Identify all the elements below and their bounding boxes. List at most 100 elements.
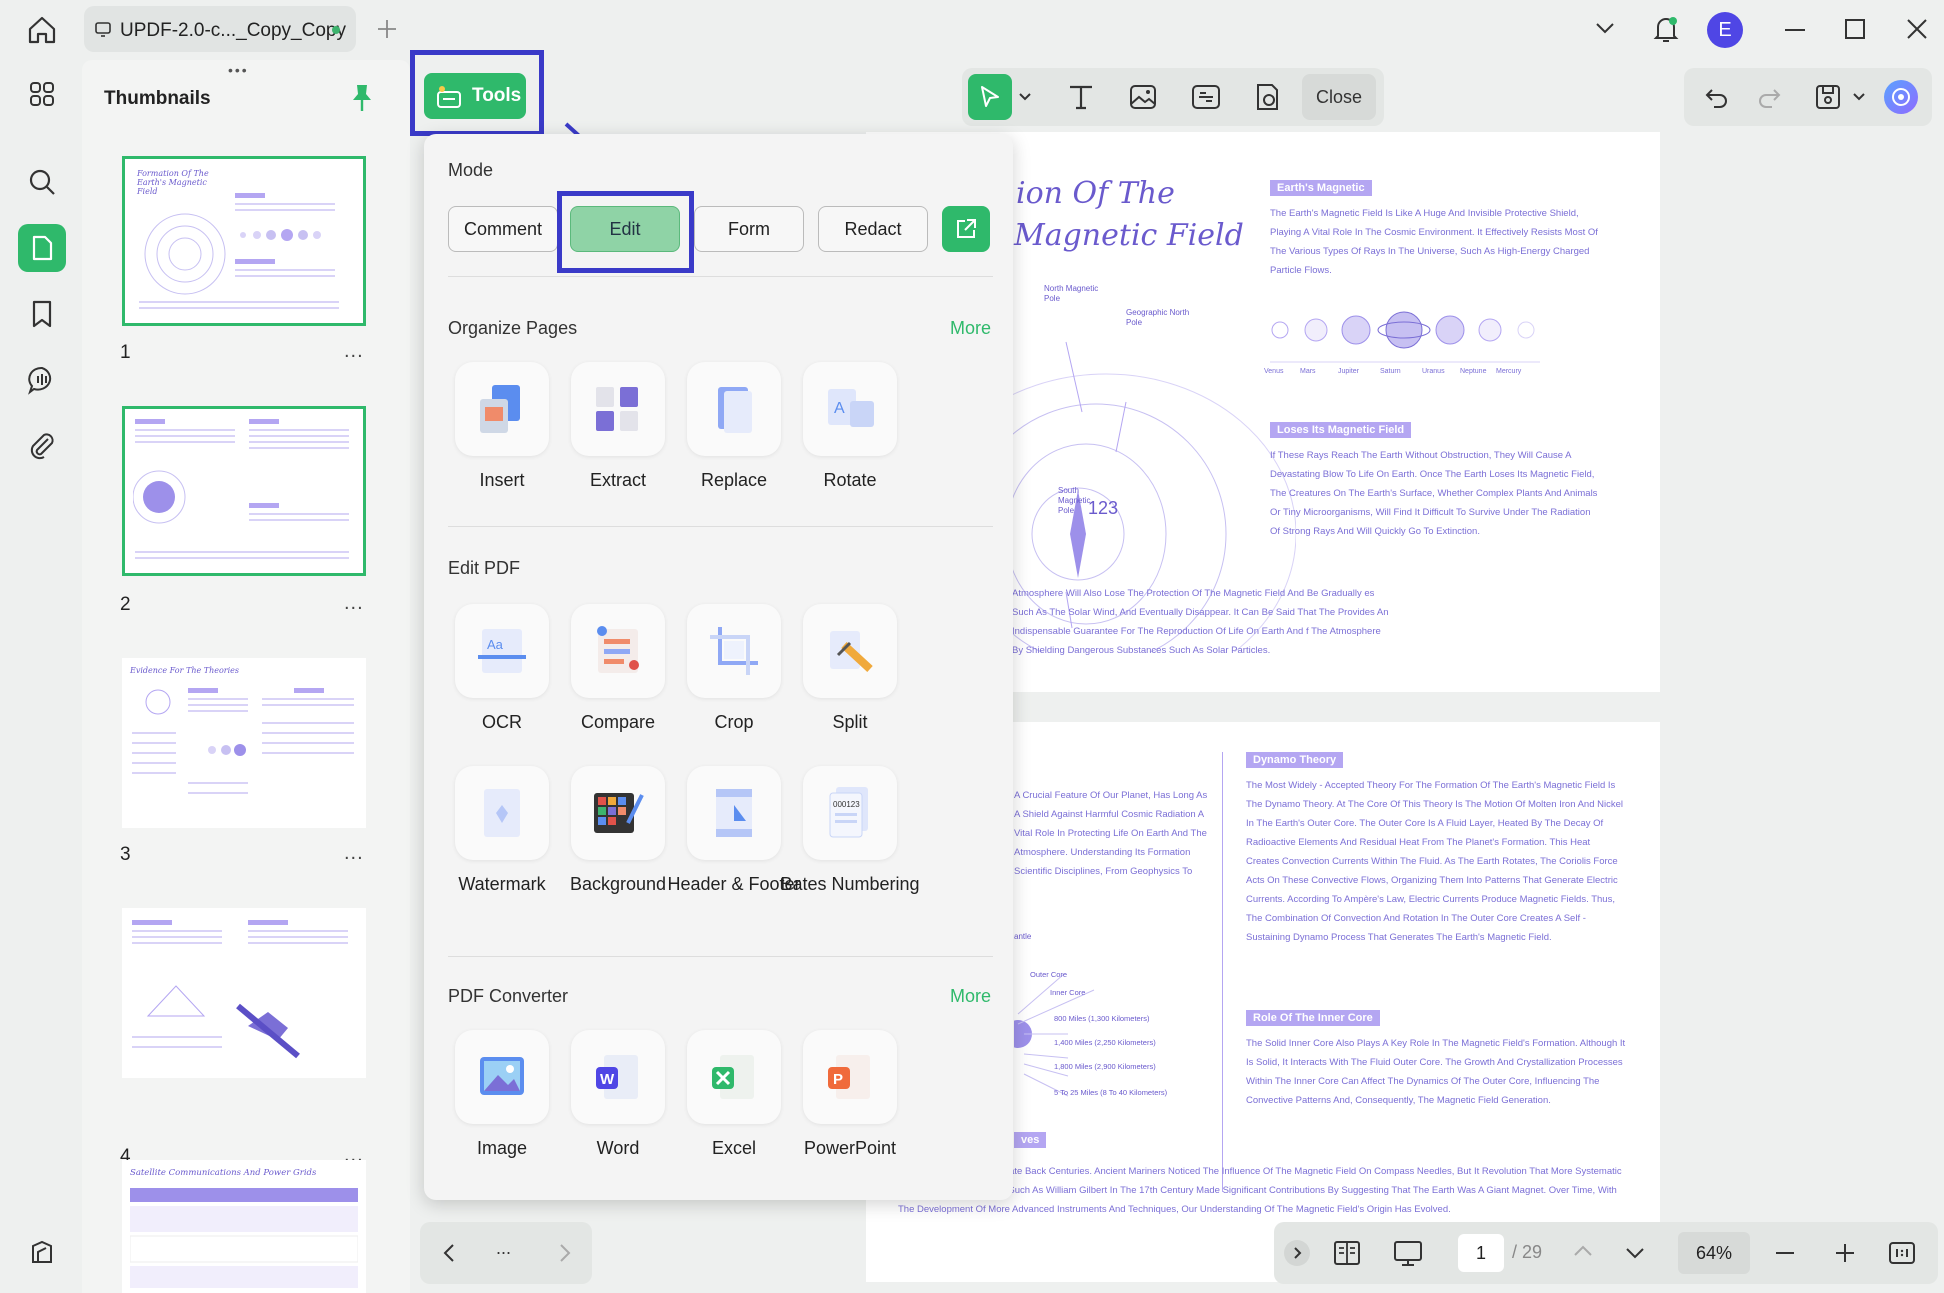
tool-convert-powerpoint[interactable]: P PowerPoint — [780, 1030, 920, 1160]
section-tag: ves — [1014, 1132, 1047, 1148]
edit-pdf-title: Edit PDF — [448, 558, 521, 578]
planet-label: Uranus — [1422, 368, 1445, 375]
ai-assistant-icon[interactable] — [1884, 80, 1918, 114]
redo-icon[interactable] — [1756, 84, 1782, 110]
search-icon[interactable] — [18, 158, 66, 206]
organize-pages-title: Organize Pages — [448, 318, 578, 338]
tab-title: UPDF-2.0-c..._Copy_Copy — [120, 20, 346, 41]
new-tab-icon[interactable] — [376, 18, 398, 40]
pager-more-button[interactable]: ... — [496, 1238, 511, 1259]
thumbnail-heading: Evidence For The Theories — [130, 666, 240, 675]
svg-text:W: W — [600, 1071, 615, 1088]
tool-bates-numbering[interactable]: 000123 Bates Numbering — [780, 766, 920, 896]
header-footer-icon — [687, 766, 781, 860]
svg-text:A: A — [834, 400, 845, 417]
bell-icon[interactable] — [1652, 14, 1680, 44]
undo-icon[interactable] — [1704, 84, 1730, 110]
mode-redact-button[interactable]: Redact — [818, 206, 928, 252]
svg-text:Aa: Aa — [487, 637, 504, 652]
drag-handle[interactable]: ••• — [228, 62, 249, 78]
layer-label: Outer Core — [1030, 970, 1068, 979]
zoom-in-icon[interactable] — [1834, 1242, 1856, 1264]
maximize-icon[interactable] — [1844, 18, 1866, 40]
paragraph: Atmosphere Will Also Lose The Protection… — [1012, 588, 1389, 656]
extract-icon — [571, 362, 665, 456]
avatar[interactable]: E — [1707, 12, 1743, 48]
edit-highlight-box — [557, 191, 694, 273]
replace-icon — [687, 362, 781, 456]
page-thumbnail[interactable]: Evidence For The Theories — [122, 658, 366, 828]
page-title-line1: ion Of The — [1016, 176, 1175, 211]
chevron-down-icon[interactable] — [1624, 1246, 1646, 1260]
minimize-icon[interactable] — [1784, 28, 1806, 32]
page-thumbnail[interactable]: Satellite Communications And Power Grids — [122, 1160, 366, 1293]
excel-icon — [687, 1030, 781, 1124]
layers-icon[interactable] — [18, 1228, 66, 1276]
pin-icon[interactable] — [350, 82, 374, 114]
add-link-icon[interactable] — [1190, 82, 1222, 112]
presentation-icon[interactable] — [1392, 1238, 1424, 1268]
saved-status-dot — [332, 26, 340, 34]
bookmark-icon[interactable] — [18, 290, 66, 338]
page-thumbnail[interactable] — [122, 908, 366, 1078]
chevron-down-icon[interactable] — [1594, 20, 1616, 36]
mode-comment-button[interactable]: Comment — [448, 206, 558, 252]
background-icon — [571, 766, 665, 860]
close-edit-button[interactable]: Close — [1302, 74, 1376, 120]
paragraph: If These Rays Reach The Earth Without Ob… — [1270, 450, 1598, 537]
thumbnail-page-number: 1 — [120, 342, 131, 363]
page-thumbnail[interactable]: Formation Of The Earth's Magnetic Field — [122, 156, 366, 326]
zoom-level[interactable]: 64% — [1678, 1232, 1750, 1274]
tool-split[interactable]: Split — [780, 604, 920, 734]
tool-rotate[interactable]: A Rotate — [780, 362, 920, 492]
page-number-input[interactable]: 1 — [1458, 1234, 1504, 1272]
chevron-down-icon[interactable] — [1018, 92, 1032, 102]
collapse-bar-button[interactable] — [1284, 1240, 1310, 1266]
planet-label: Jupiter — [1338, 368, 1360, 375]
right-toolbar — [1684, 68, 1932, 126]
select-tool-button[interactable] — [968, 74, 1012, 120]
planet-label: Venus — [1264, 368, 1284, 375]
planet-label: Neptune — [1460, 368, 1487, 375]
watermark-stamp-icon[interactable] — [1252, 82, 1282, 112]
page-thumbnail[interactable] — [122, 406, 366, 576]
chevron-left-icon[interactable] — [442, 1242, 456, 1264]
powerpoint-icon: P — [803, 1030, 897, 1124]
document-tab[interactable]: UPDF-2.0-c..._Copy_Copy — [84, 6, 356, 52]
chevron-up-icon[interactable] — [1572, 1244, 1594, 1258]
thumbnail-more-button[interactable]: ... — [344, 842, 364, 865]
close-window-icon[interactable] — [1906, 18, 1928, 40]
panel-title: Thumbnails — [104, 88, 211, 109]
organize-more-link[interactable]: More — [950, 318, 991, 339]
thumbnails-icon[interactable] — [18, 224, 66, 272]
chevron-right-icon[interactable] — [558, 1242, 572, 1264]
tools-button[interactable]: Tools — [424, 73, 526, 119]
layer-label: 5 To 25 Miles (8 To 40 Kilometers) — [1054, 1088, 1168, 1097]
tool-label: Bates Numbering — [780, 874, 920, 894]
chevron-down-icon[interactable] — [1852, 92, 1866, 102]
home-icon[interactable] — [26, 14, 58, 46]
actual-size-icon[interactable] — [1888, 1240, 1916, 1266]
north-pole-label: North Magnetic Pole — [1044, 284, 1099, 303]
save-icon[interactable] — [1814, 82, 1842, 112]
ocr-icon: Aa — [455, 604, 549, 698]
attachment-icon[interactable] — [18, 422, 66, 470]
thumbnail-more-button[interactable]: ... — [344, 340, 364, 363]
add-image-icon[interactable] — [1128, 82, 1158, 112]
insert-icon — [455, 362, 549, 456]
converter-more-link[interactable]: More — [950, 986, 991, 1007]
paragraph: A Crucial Feature Of Our Planet, Has Lon… — [1014, 790, 1208, 877]
document-icon — [94, 21, 112, 39]
layer-label: 800 Miles (1,300 Kilometers) — [1054, 1014, 1150, 1023]
comments-icon[interactable] — [18, 356, 66, 404]
page-navigation-bar: 1 / 29 64% — [1274, 1222, 1938, 1284]
mode-form-button[interactable]: Form — [694, 206, 804, 252]
zoom-out-icon[interactable] — [1774, 1250, 1796, 1256]
edit-toolbar: Close — [962, 68, 1384, 126]
thumbnail-more-button[interactable]: ... — [344, 592, 364, 615]
page-layout-icon[interactable] — [1332, 1238, 1362, 1268]
add-text-icon[interactable] — [1066, 82, 1096, 112]
apps-icon[interactable] — [18, 70, 66, 118]
open-external-button[interactable] — [942, 206, 990, 252]
word-icon: W — [571, 1030, 665, 1124]
